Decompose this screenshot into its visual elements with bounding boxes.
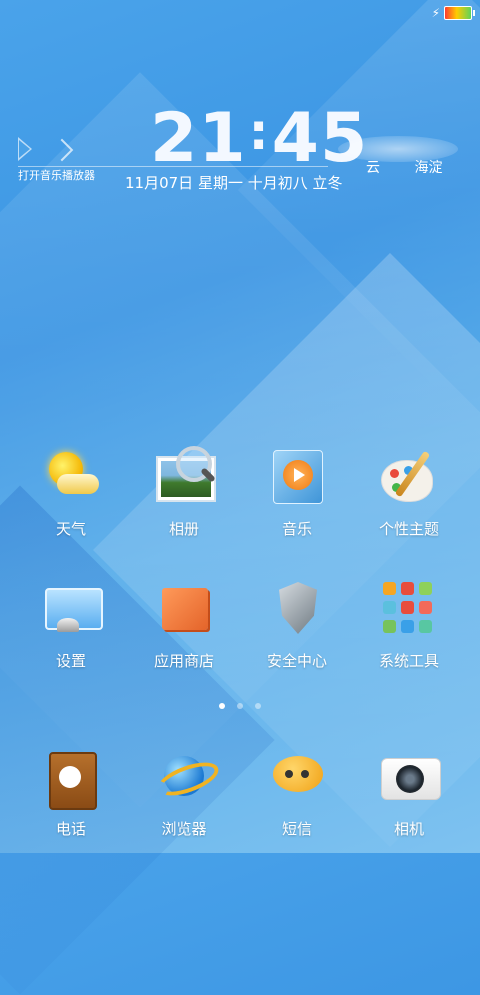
app-weather[interactable]: 天气 xyxy=(16,446,126,539)
dock-messages[interactable]: 短信 xyxy=(242,746,352,839)
page-indicator xyxy=(0,703,480,709)
app-themes[interactable]: 个性主题 xyxy=(354,446,464,539)
dock-browser[interactable]: 浏览器 xyxy=(129,746,239,839)
music-player-shortcut[interactable]: 打开音乐播放器 xyxy=(18,135,118,183)
weather-icon xyxy=(39,446,103,510)
app-label: 短信 xyxy=(281,820,312,838)
weather-city: 海淀 xyxy=(414,160,443,176)
settings-icon xyxy=(39,578,103,642)
app-label: 安全中心 xyxy=(266,652,327,670)
app-label: 系统工具 xyxy=(378,652,439,670)
app-music[interactable]: 音乐 xyxy=(242,446,352,539)
battery-icon xyxy=(444,6,475,20)
dock-camera[interactable]: 相机 xyxy=(354,746,464,839)
weather-widget[interactable]: 云 海淀 xyxy=(366,157,442,177)
dock-phone[interactable]: 电话 xyxy=(16,746,126,839)
play-icon[interactable] xyxy=(18,137,32,161)
clock-separator: : xyxy=(248,103,270,161)
clock-time[interactable]: 21:45 xyxy=(150,92,368,179)
app-label: 应用商店 xyxy=(153,652,214,670)
wallpaper-facet xyxy=(0,485,275,995)
browser-icon xyxy=(152,746,223,810)
next-icon[interactable] xyxy=(50,138,74,162)
app-store[interactable]: 应用商店 xyxy=(129,578,239,671)
app-label: 设置 xyxy=(55,652,86,670)
app-store-icon xyxy=(152,578,216,642)
app-gallery[interactable]: 相册 xyxy=(129,446,239,539)
music-icon xyxy=(265,446,329,510)
app-label: 相机 xyxy=(393,820,424,838)
weather-condition: 云 xyxy=(366,160,380,176)
phone-icon xyxy=(39,746,103,810)
music-player-label: 打开音乐播放器 xyxy=(18,169,95,182)
theme-palette-icon xyxy=(377,446,441,510)
clock-minutes: 45 xyxy=(271,99,369,178)
page-dot xyxy=(237,703,243,709)
page-dot xyxy=(255,703,261,709)
wallpaper-facet xyxy=(237,0,480,403)
clock-date[interactable]: 11月07日 星期一 十月初八 立冬 xyxy=(125,172,342,193)
app-label: 电话 xyxy=(55,820,86,838)
app-label: 个性主题 xyxy=(378,520,439,538)
app-settings[interactable]: 设置 xyxy=(16,578,126,671)
bolt-icon: ⚡ xyxy=(431,6,440,20)
clock-hours: 21 xyxy=(150,99,247,178)
app-label: 音乐 xyxy=(281,520,312,538)
status-bar: ⚡ xyxy=(431,4,475,22)
app-system-tools[interactable]: 系统工具 xyxy=(354,578,464,671)
app-label: 浏览器 xyxy=(161,820,207,838)
security-shield-icon xyxy=(265,578,329,642)
app-label: 天气 xyxy=(55,520,86,538)
page-dot xyxy=(219,703,225,709)
app-security[interactable]: 安全中心 xyxy=(242,578,352,671)
system-tools-icon xyxy=(377,578,441,642)
messages-icon xyxy=(265,746,329,810)
app-label: 相册 xyxy=(168,520,199,538)
gallery-icon xyxy=(152,446,216,510)
camera-icon xyxy=(377,746,441,810)
